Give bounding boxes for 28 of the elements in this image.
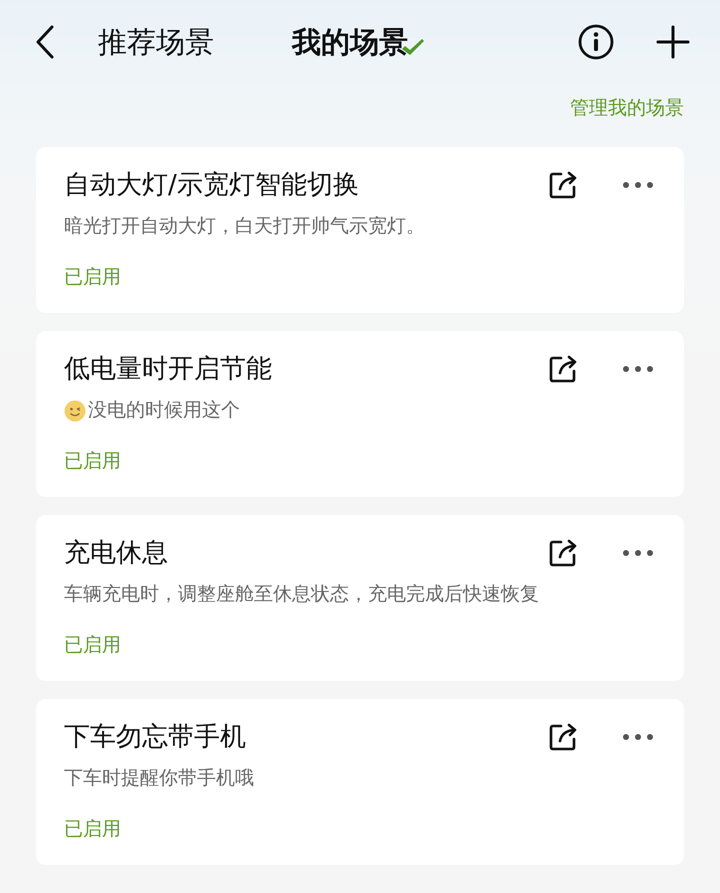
- tab[interactable]: 推荐场景: [98, 24, 214, 60]
- scene-card[interactable]: 下车勿忘带手机 下车时提醒你带手机哦 已启用: [36, 698, 684, 864]
- scene-description: 车辆充电时，调整座舱至休息状态，充电完成后快速恢复: [64, 582, 539, 608]
- share-icon[interactable]: [548, 354, 578, 384]
- more-icon[interactable]: [622, 181, 654, 190]
- scene-description: 没电的时候用这个: [88, 398, 240, 424]
- tab[interactable]: 我的场景: [292, 24, 424, 60]
- scene-card[interactable]: 自动大灯/示宽灯智能切换 暗光打开自动大灯，白天打开帅气示宽灯。 已启用: [36, 146, 684, 312]
- scene-description: 下车时提醒你带手机哦: [64, 766, 254, 792]
- more-icon[interactable]: [622, 733, 654, 742]
- status-label: 已启用: [64, 634, 121, 656]
- status-label: 已启用: [64, 450, 121, 472]
- scene-title: 下车勿忘带手机: [64, 720, 246, 754]
- status-label: 已启用: [64, 266, 121, 288]
- scene-title: 低电量时开启节能: [64, 352, 272, 386]
- add-icon[interactable]: [656, 25, 690, 59]
- scene-card[interactable]: 充电休息 车辆充电时，调整座舱至休息状态，充电完成后快速恢复 已启用: [36, 514, 684, 680]
- scene-description: 暗光打开自动大灯，白天打开帅气示宽灯。: [64, 214, 425, 240]
- more-icon[interactable]: [622, 549, 654, 558]
- status-label: 已启用: [64, 818, 121, 840]
- scene-title: 自动大灯/示宽灯智能切换: [64, 168, 359, 202]
- scene-title: 充电休息: [64, 536, 168, 570]
- share-icon[interactable]: [548, 722, 578, 752]
- info-icon[interactable]: [578, 24, 614, 60]
- scene-card[interactable]: 低电量时开启节能 没电的时候用这个 已启用: [36, 330, 684, 496]
- more-icon[interactable]: [622, 365, 654, 374]
- share-icon[interactable]: [548, 538, 578, 568]
- share-icon[interactable]: [548, 170, 578, 200]
